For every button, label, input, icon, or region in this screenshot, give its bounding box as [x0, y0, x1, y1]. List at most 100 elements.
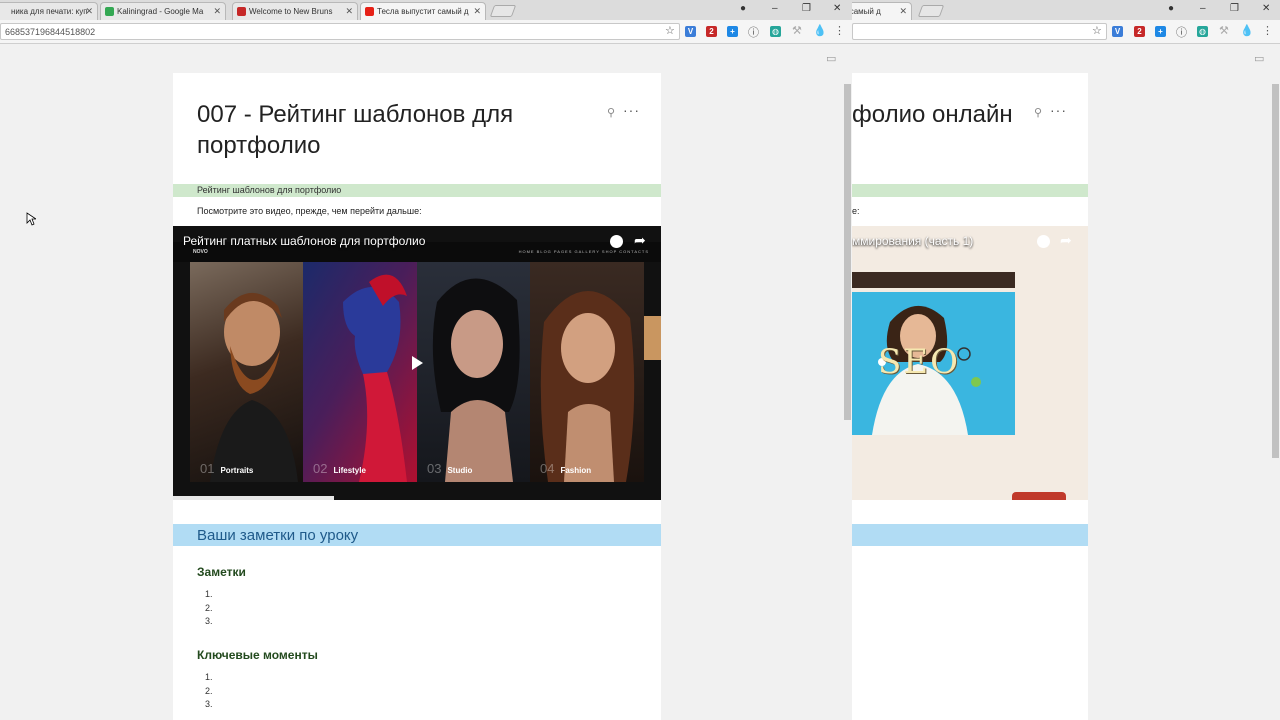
site-favicon-icon — [237, 7, 246, 16]
extension-badge-icon[interactable]: 2 — [706, 26, 717, 37]
extension-v-icon[interactable]: V — [685, 26, 696, 37]
list-item[interactable]: 3. — [197, 616, 213, 630]
panel-label: 02 Lifestyle — [313, 461, 366, 476]
feedback-icon[interactable]: ▭ — [1254, 52, 1264, 65]
video-title[interactable]: ммирования (часть 1) — [852, 234, 973, 248]
new-tab-button[interactable] — [917, 5, 945, 17]
browser-tab[interactable]: Welcome to New Bruns ✕ — [232, 2, 358, 20]
portfolio-panel-fashion: 04 Fashion — [530, 262, 644, 482]
address-bar[interactable]: 668537196844518802 — [0, 23, 680, 40]
restore-button[interactable]: ❐ — [802, 3, 811, 14]
tab-close-icon[interactable]: ✕ — [345, 6, 353, 17]
menu-kebab-icon[interactable]: ⋮ — [1262, 24, 1273, 37]
list-item[interactable]: 2. — [197, 603, 213, 617]
scrollbar-thumb[interactable] — [1272, 84, 1279, 458]
close-window-button[interactable]: ✕ — [1262, 3, 1270, 14]
extension-v-icon[interactable]: V — [1112, 26, 1123, 37]
notes-section-band: Ваши заметки по уроку — [173, 524, 661, 546]
extension-info-icon[interactable]: ⓘ — [748, 24, 759, 40]
video-progress-bar[interactable] — [173, 496, 335, 500]
minimize-button[interactable]: – — [772, 3, 778, 14]
new-tab-button[interactable] — [489, 5, 517, 17]
extension-plus-icon[interactable]: + — [727, 26, 738, 37]
extension-shield-icon[interactable]: ◍ — [1197, 26, 1208, 37]
video-cta-button[interactable] — [1012, 492, 1066, 500]
tab-title: ника для печати: куп — [11, 7, 88, 16]
more-options-icon[interactable]: ··· — [1050, 102, 1067, 118]
key-points-heading: Ключевые моменты — [197, 648, 318, 662]
share-icon[interactable]: ➦ — [634, 232, 646, 249]
video-embed[interactable]: SEO ммирования (часть 1) ➦ — [852, 226, 1088, 500]
menu-kebab-icon[interactable]: ⋮ — [834, 24, 845, 37]
extension-tool-icon[interactable]: ⚒ — [792, 24, 802, 37]
extension-plus-icon[interactable]: + — [1155, 26, 1166, 37]
bookmark-star-icon[interactable]: ☆ — [1092, 24, 1102, 37]
share-icon[interactable]: ➦ — [1060, 232, 1072, 249]
portfolio-panel-lifestyle: 02 Lifestyle — [303, 262, 417, 482]
list-item[interactable]: 1. — [197, 672, 213, 686]
list-item[interactable]: 1. — [197, 589, 213, 603]
woman-profile-image — [343, 274, 407, 482]
video-site-nav — [852, 272, 1015, 288]
woman-portrait-image — [432, 278, 520, 482]
video-hint-text: е: — [852, 206, 860, 216]
tab-close-icon[interactable]: ✕ — [899, 6, 907, 17]
video-side-tab — [644, 316, 661, 360]
extension-drop-icon[interactable]: 💧 — [1240, 24, 1254, 37]
page-scrollbar[interactable] — [843, 44, 852, 720]
browser-tab[interactable]: ника для печати: куп ✕ — [0, 2, 98, 20]
pin-icon[interactable]: ⚲ — [607, 106, 615, 119]
maps-favicon-icon — [105, 7, 114, 16]
video-title[interactable]: Рейтинг платных шаблонов для портфолио — [183, 234, 425, 248]
profile-icon[interactable]: ● — [1168, 3, 1174, 14]
profile-icon[interactable]: ● — [740, 3, 746, 14]
restore-button[interactable]: ❐ — [1230, 3, 1239, 14]
panel-label: 03 Studio — [427, 461, 473, 476]
notes-section-band — [852, 524, 1088, 546]
tab-title: Тесла выпустит самый д — [377, 7, 469, 16]
extension-drop-icon[interactable]: 💧 — [813, 24, 827, 37]
page-title: 007 - Рейтинг шаблонов для портфолио — [197, 101, 514, 159]
browser-window-left: ника для печати: куп ✕ Kaliningrad - Goo… — [0, 0, 852, 720]
extension-info-icon[interactable]: ⓘ — [1176, 24, 1187, 40]
seo-word: SEO — [878, 342, 960, 382]
close-window-button[interactable]: ✕ — [833, 3, 841, 14]
extension-shield-icon[interactable]: ◍ — [770, 26, 781, 37]
browser-window-right: и самый д ✕ ● – ❐ ✕ ☆ V 2 + ⓘ ◍ ⚒ 💧 ⋮ ▭ … — [852, 0, 1280, 720]
extension-tool-icon[interactable]: ⚒ — [1219, 24, 1229, 37]
key-points-list[interactable]: 1. 2. 3. — [197, 672, 213, 713]
video-embed[interactable]: NOVO HOME BLOG PAGES GALLERY SHOP CONTAC… — [173, 226, 661, 500]
tab-close-icon[interactable]: ✕ — [85, 6, 93, 17]
tab-close-icon[interactable]: ✕ — [473, 6, 481, 17]
pin-icon[interactable]: ⚲ — [1034, 106, 1042, 119]
browser-tab[interactable]: Kaliningrad - Google Ma ✕ — [100, 2, 226, 20]
notes-list[interactable]: 1. 2. 3. — [197, 589, 213, 630]
panel-label: 01 Portraits — [200, 461, 254, 476]
tab-close-icon[interactable]: ✕ — [213, 6, 221, 17]
minimize-button[interactable]: – — [1200, 3, 1206, 14]
address-toolbar: 668537196844518802 ☆ V 2 + ⓘ ◍ ⚒ 💧 ⋮ — [0, 20, 852, 44]
watch-later-icon[interactable] — [610, 235, 623, 248]
browser-tab-active[interactable]: Тесла выпустит самый д ✕ — [360, 2, 486, 20]
bookmark-star-icon[interactable]: ☆ — [665, 24, 675, 37]
more-options-icon[interactable]: ··· — [623, 102, 640, 118]
list-item[interactable]: 2. — [197, 686, 213, 700]
tab-title: и самый д — [852, 7, 881, 16]
section-band-green — [852, 184, 1088, 197]
url-text: 668537196844518802 — [5, 27, 96, 37]
feedback-icon[interactable]: ▭ — [826, 52, 836, 65]
panel-label: 04 Fashion — [540, 461, 592, 476]
watch-later-icon[interactable] — [1037, 235, 1050, 248]
address-bar[interactable] — [852, 23, 1107, 40]
extension-badge-icon[interactable]: 2 — [1134, 26, 1145, 37]
video-hint-text: Посмотрите это видео, прежде, чем перейт… — [197, 206, 422, 216]
lesson-card: фолио онлайн ⚲ ··· е: SEO ммирования (ча… — [852, 73, 1088, 720]
list-item[interactable]: 3. — [197, 699, 213, 713]
seo-hero-image: SEO — [852, 292, 1015, 435]
page-scrollbar[interactable] — [1271, 44, 1280, 720]
play-icon[interactable] — [412, 356, 423, 370]
video-site-logo: NOVO — [193, 249, 208, 255]
browser-tab-active[interactable]: и самый д ✕ — [852, 2, 912, 20]
bearded-man-image — [210, 292, 298, 482]
scrollbar-thumb[interactable] — [844, 84, 851, 420]
